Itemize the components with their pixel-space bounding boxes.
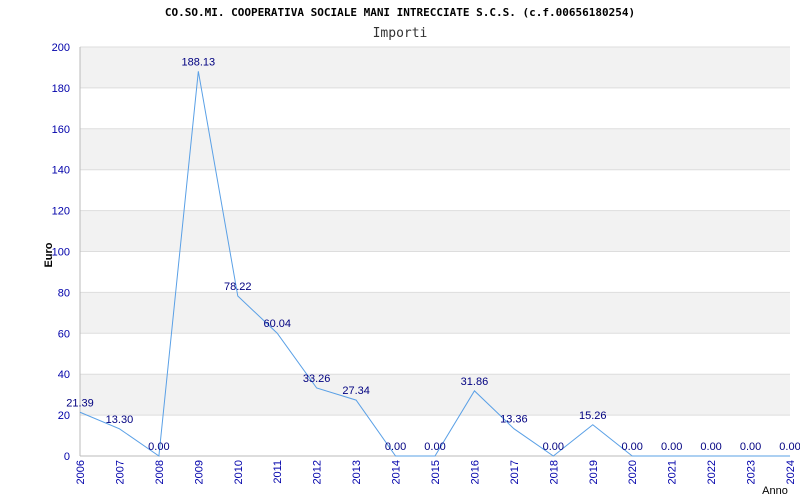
y-tick-label: 200 (52, 42, 70, 54)
y-tick-label: 160 (52, 124, 70, 136)
data-label: 0.00 (424, 441, 445, 453)
y-tick-label: 60 (58, 328, 70, 340)
y-tick-label: 180 (52, 83, 70, 95)
ticks: 0204060801001201401601802002006 2007 2008 2… (52, 42, 797, 484)
y-axis-label: Euro (43, 242, 55, 267)
data-label: 60.04 (263, 318, 291, 330)
y-tick-label: 80 (58, 287, 70, 299)
x-tick-label: 2024 (785, 460, 797, 484)
data-label: 0.00 (779, 441, 800, 453)
data-label: 0.00 (148, 441, 169, 453)
data-label: 0.00 (543, 441, 564, 453)
data-label: 0.00 (740, 441, 761, 453)
data-label: 0.00 (385, 441, 406, 453)
data-label: 0.00 (700, 441, 721, 453)
y-tick-label: 140 (52, 165, 70, 177)
grid-bands (80, 47, 790, 416)
x-tick-label: 2015 (430, 460, 442, 484)
x-tick-label: 2011 (272, 460, 284, 484)
x-tick-label: 2013 (351, 460, 363, 484)
data-label: 13.30 (106, 414, 134, 426)
data-label: 15.26 (579, 410, 607, 422)
grid-band (80, 210, 790, 252)
x-tick-label: 2020 (627, 460, 639, 484)
x-tick-label: 2008 (154, 460, 166, 484)
plot-area: 0204060801001201401601802002006 2007 2008 2… (43, 42, 800, 497)
data-label: 188.13 (182, 56, 216, 68)
data-label: 0.00 (661, 441, 682, 453)
x-tick-label: 2019 (588, 460, 600, 484)
x-tick-label: 2012 (312, 460, 324, 484)
x-tick-label: 2018 (548, 460, 560, 484)
chart: CO.SO.MI. COOPERATIVA SOCIALE MANI INTRE… (0, 0, 800, 500)
data-label: 27.34 (342, 385, 370, 397)
y-tick-label: 120 (52, 206, 70, 218)
data-label: 31.86 (461, 376, 489, 388)
x-axis-label: Anno (762, 485, 788, 497)
x-tick-label: 2023 (746, 460, 758, 484)
x-tick-label: 2009 (193, 460, 205, 484)
y-tick-label: 40 (58, 369, 70, 381)
y-tick-label: 20 (58, 410, 70, 422)
x-tick-label: 2010 (233, 460, 245, 484)
data-label: 13.36 (500, 414, 528, 426)
x-tick-label: 2022 (706, 460, 718, 484)
data-label: 33.26 (303, 373, 331, 385)
grid-band (80, 374, 790, 416)
x-tick-label: 2021 (667, 460, 679, 484)
data-label: 78.22 (224, 281, 252, 293)
grid-band (80, 292, 790, 334)
x-tick-label: 2007 (114, 460, 126, 484)
x-tick-label: 2014 (391, 460, 403, 484)
x-tick-label: 2017 (509, 460, 521, 484)
data-label: 21.39 (66, 397, 94, 409)
grid-band (80, 128, 790, 170)
x-tick-label: 2006 (75, 460, 87, 484)
data-label: 0.00 (622, 441, 643, 453)
y-tick-label: 0 (64, 451, 70, 463)
x-tick-label: 2016 (469, 460, 481, 484)
